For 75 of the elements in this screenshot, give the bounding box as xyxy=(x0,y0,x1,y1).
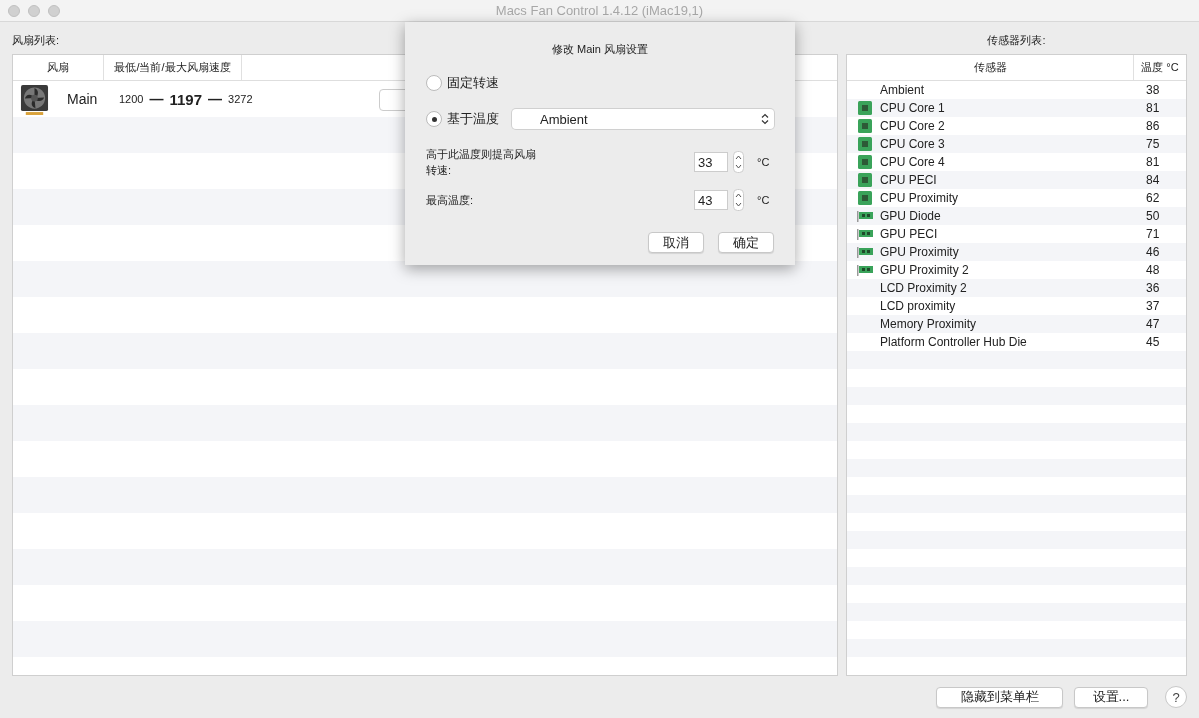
help-button[interactable]: ? xyxy=(1165,686,1187,709)
fan-icon xyxy=(20,83,49,115)
sensor-temperature: 37 xyxy=(1146,299,1161,314)
min-speed: 1200 xyxy=(119,93,144,106)
sensor-name: CPU PECI xyxy=(880,173,938,188)
fan-name: Main xyxy=(67,91,99,108)
chip-icon xyxy=(857,119,872,134)
fan-list-label: 风扇列表: xyxy=(12,32,60,48)
sensor-temperature: 84 xyxy=(1146,173,1161,188)
up-down-chevron-icon xyxy=(761,113,769,125)
sensor-name: GPU Diode xyxy=(880,209,942,224)
window-close-button[interactable] xyxy=(8,5,20,17)
chip-icon xyxy=(857,101,872,116)
chip-icon xyxy=(857,173,872,188)
graphics-card-icon xyxy=(856,228,873,240)
sensor-temperature: 62 xyxy=(1146,191,1161,206)
window-minimize-button[interactable] xyxy=(28,5,40,17)
graphics-card-icon xyxy=(856,210,873,222)
sensor-temperature: 36 xyxy=(1146,281,1161,296)
sensor-name: CPU Core 2 xyxy=(880,119,946,134)
sensor-temperature: 86 xyxy=(1146,119,1161,134)
sensor-temperature: 75 xyxy=(1146,137,1161,152)
radio-option[interactable]: 基于温度 xyxy=(426,110,500,128)
chip-icon xyxy=(857,137,872,152)
sensor-name: Ambient xyxy=(880,83,926,98)
sensor-temperature: 81 xyxy=(1146,155,1161,170)
graphics-card-icon xyxy=(856,246,873,258)
sensor-temperature: 45 xyxy=(1146,335,1161,350)
sensor-temperature: 48 xyxy=(1146,263,1161,278)
window-zoom-button[interactable] xyxy=(48,5,60,17)
column-header: 温度 °C xyxy=(1140,60,1180,76)
sensor-name: Memory Proximity xyxy=(880,317,977,332)
unit-label: °C xyxy=(757,156,770,168)
sensor-name: GPU PECI xyxy=(880,227,939,242)
stepper-control[interactable] xyxy=(733,189,744,211)
unit-label: °C xyxy=(757,194,770,206)
temperature-input[interactable]: 33 xyxy=(694,152,728,172)
radio-option[interactable]: 固定转速 xyxy=(426,74,500,92)
sensor-list-label: 传感器列表: xyxy=(987,32,1046,48)
sensor-name: Platform Controller Hub Die xyxy=(880,335,1028,350)
current-speed: 1197 xyxy=(169,90,203,108)
sensor-name: GPU Proximity 2 xyxy=(880,263,970,278)
stepper-control[interactable] xyxy=(733,151,744,173)
sensor-temperature: 47 xyxy=(1146,317,1161,332)
sensor-temperature: 38 xyxy=(1146,83,1161,98)
sensor-name: CPU Proximity xyxy=(880,191,959,206)
column-header: 传感器 xyxy=(847,55,1134,81)
max-speed: 3272 xyxy=(228,93,253,106)
separator-dash: — xyxy=(208,91,223,108)
chip-icon xyxy=(857,155,872,170)
column-header: 风扇 xyxy=(13,55,104,81)
sensor-temperature: 46 xyxy=(1146,245,1161,260)
separator-dash: — xyxy=(149,91,164,108)
chip-icon xyxy=(857,191,872,206)
field-label: 高于此温度则提高风扇转速: xyxy=(426,147,537,178)
cancel-button[interactable]: 取消 xyxy=(648,232,704,253)
sensor-name: CPU Core 3 xyxy=(880,137,946,152)
sensor-name: GPU Proximity xyxy=(880,245,960,260)
sensor-temperature: 81 xyxy=(1146,101,1161,116)
sensor-name: CPU Core 4 xyxy=(880,155,946,170)
sensor-name: LCD proximity xyxy=(880,299,957,314)
temperature-input[interactable]: 43 xyxy=(694,190,728,210)
sensor-name: LCD Proximity 2 xyxy=(880,281,968,296)
settings-button[interactable]: 设置... xyxy=(1074,686,1148,708)
ok-button[interactable]: 确定 xyxy=(718,232,774,253)
field-label: 最高温度: xyxy=(426,193,475,208)
sensor-temperature: 50 xyxy=(1146,209,1161,224)
column-header: 最低/当前/最大风扇速度 xyxy=(104,55,242,81)
hide-to-menu-bar-button[interactable]: 隐藏到菜单栏 xyxy=(936,686,1063,708)
sensor-temperature: 71 xyxy=(1146,227,1161,242)
dialog-title: 修改 Main 风扇设置 xyxy=(551,42,649,57)
window-title: Macs Fan Control 1.4.12 (iMac19,1) xyxy=(495,3,704,19)
sensor-dropdown[interactable]: Ambient xyxy=(512,109,774,129)
sensor-name: CPU Core 1 xyxy=(880,101,946,116)
graphics-card-icon xyxy=(856,264,873,276)
